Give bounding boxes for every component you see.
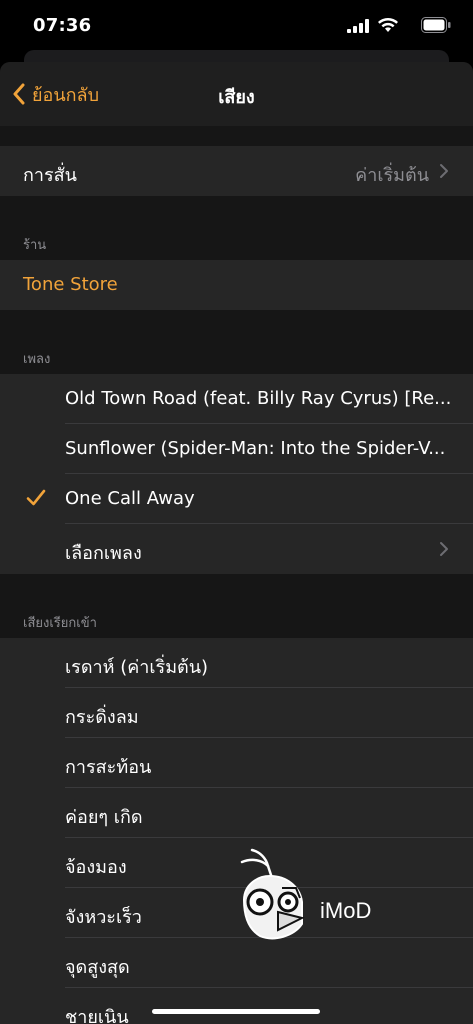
ringtone-label: ค่อยๆ เกิด [65,807,143,828]
status-time: 07:36 [33,15,92,36]
tone-store-row[interactable]: Tone Store [0,260,473,310]
ringtone-row[interactable]: ค่อยๆ เกิด [0,788,473,838]
song-row[interactable]: Sunflower (Spider-Man: Into the Spider-V… [0,424,473,474]
chevron-right-icon [440,542,448,556]
song-row-selected[interactable]: One Call Away [0,474,473,524]
pick-song-row[interactable]: เลือกเพลง [0,524,473,574]
sounds-sheet: ย้อนกลับ เสียง การสั่น ค่าเริ่มต้น ร้าน … [0,62,473,1024]
chevron-right-icon [440,164,448,178]
imod-watermark: iMoD [238,848,398,944]
ringtone-label: จ้องมอง [65,857,127,878]
ringtone-row[interactable]: จุดสูงสุด [0,938,473,988]
imod-bird-logo-icon [240,848,305,940]
vibration-value: ค่าเริ่มต้น [355,165,429,186]
ringtone-label: ชายเนิน [65,1007,129,1024]
song-label: Old Town Road (feat. Billy Ray Cyrus) [R… [65,388,452,409]
navigation-bar: ย้อนกลับ เสียง [0,62,473,126]
ringtone-label: กระดิ่งลม [65,707,139,728]
cellular-signal-icon [347,19,369,33]
songs-section-header: เพลง [23,352,51,367]
ringtone-row[interactable]: จังหวะเร็ว [0,888,473,938]
checkmark-icon [26,489,46,506]
ringtone-label: จังหวะเร็ว [65,907,142,928]
home-indicator[interactable] [152,1009,320,1014]
ringtone-row[interactable]: การสะท้อน [0,738,473,788]
vibration-label: การสั่น [23,165,77,186]
page-title: เสียง [218,87,255,108]
song-row[interactable]: Old Town Road (feat. Billy Ray Cyrus) [R… [0,374,473,424]
ringtone-row[interactable]: ชายเนิน [0,988,473,1024]
ringtone-row[interactable]: จ้องมอง [0,838,473,888]
wifi-icon [378,18,398,32]
ringtone-label: การสะท้อน [65,757,152,778]
tone-store-link: Tone Store [23,274,118,295]
song-label: One Call Away [65,488,195,509]
ringtones-section-header: เสียงเรียกเข้า [23,616,97,631]
ringtone-label: จุดสูงสุด [65,957,130,978]
song-label: Sunflower (Spider-Man: Into the Spider-V… [65,438,446,459]
status-bar: 07:36 [0,0,473,52]
vibration-row[interactable]: การสั่น ค่าเริ่มต้น [0,146,473,196]
ringtone-label: เรดาห์ (ค่าเริ่มต้น) [65,657,209,678]
battery-icon [421,17,451,33]
store-section-header: ร้าน [23,238,47,253]
pick-song-label: เลือกเพลง [65,543,142,564]
watermark-text: iMoD [320,898,372,923]
ringtone-row[interactable]: กระดิ่งลม [0,688,473,738]
ringtone-row[interactable]: เรดาห์ (ค่าเริ่มต้น) [0,638,473,688]
